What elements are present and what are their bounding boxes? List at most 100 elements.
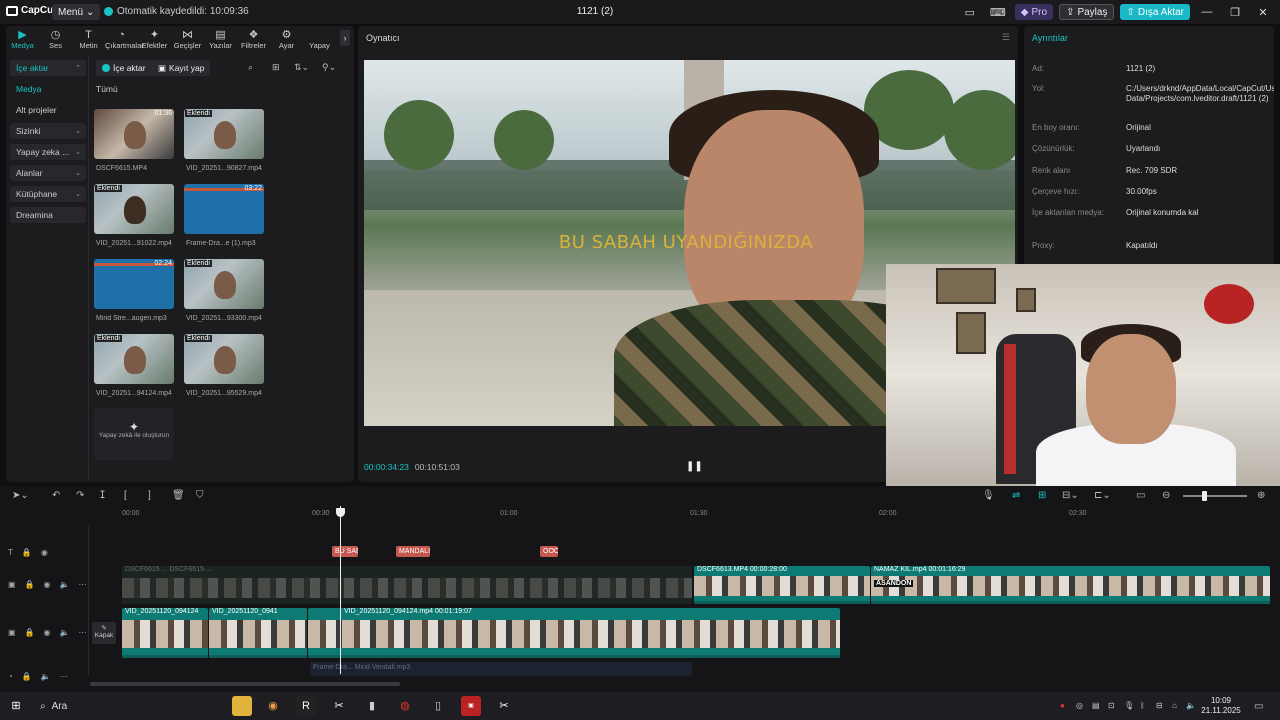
tab-transitions[interactable]: ⋈ Geçişler — [171, 26, 204, 52]
sidenav-item-dreamina[interactable]: Dreamina — [10, 207, 86, 223]
tray-icon[interactable]: ◎ — [1076, 701, 1083, 710]
record-tray-icon[interactable]: ● — [1060, 701, 1065, 710]
share-button[interactable]: ⇪ Paylaş — [1059, 4, 1115, 20]
capcut-taskbar-icon[interactable]: ✂ — [494, 696, 514, 716]
sidenav-item-import[interactable]: İçe aktar ⌃ — [10, 60, 86, 76]
snap-icon[interactable]: ⊏⌄ — [1094, 490, 1111, 501]
windows-start-icon[interactable]: ⊞ — [6, 696, 26, 716]
cursor-icon[interactable]: ➤⌄ — [12, 490, 29, 501]
ai-create-button[interactable]: ✦ Yapay zekâ ile oluşturun — [94, 408, 174, 460]
timeline-ruler[interactable]: 00:00 00:30 01:00 01:30 02:00 02:30 — [0, 508, 1280, 522]
bluetooth-icon[interactable]: ᛒ — [1140, 701, 1145, 710]
playhead[interactable] — [340, 506, 341, 674]
export-button[interactable]: ⇧ Dışa Aktar — [1120, 4, 1190, 20]
network-icon[interactable]: ⌂ — [1172, 701, 1177, 710]
tab-stickers[interactable]: ◔ Çıkartmalar — [105, 26, 144, 52]
text-clip[interactable]: MANDALI — [396, 546, 430, 557]
lock-icon[interactable]: 🔒 — [22, 672, 32, 681]
record-button[interactable]: ▣ Kayıt yap — [152, 60, 211, 76]
tab-adjust[interactable]: ⚙ Ayar — [270, 26, 303, 52]
media-thumb[interactable]: Eklendi — [184, 334, 264, 384]
split-icon[interactable]: ⵊ — [100, 490, 105, 501]
media-thumb[interactable]: Eklendi — [94, 184, 174, 234]
undo-icon[interactable]: ↶ — [52, 490, 60, 501]
zoom-out-icon[interactable]: ⊖ — [1162, 490, 1170, 501]
maximize-icon[interactable]: ❐ — [1224, 6, 1246, 19]
more-icon[interactable]: ⋯ — [78, 580, 86, 589]
layout-icon[interactable]: ▭ — [959, 6, 981, 19]
shortcut-icon[interactable]: ⌨ — [987, 6, 1009, 19]
tab-audio[interactable]: ◷ Ses — [39, 26, 72, 52]
obs-icon[interactable]: ◍ — [395, 696, 415, 716]
lock-icon[interactable]: 🔒 — [22, 548, 32, 557]
eye-icon[interactable]: ◉ — [41, 548, 48, 557]
sidenav-item-spaces[interactable]: Alanlar ⌄ — [10, 165, 86, 181]
microphone-icon[interactable]: 🎙 — [1124, 701, 1134, 710]
pro-button[interactable]: ◆ Pro — [1014, 4, 1054, 20]
tab-text[interactable]: T Metin — [72, 26, 105, 52]
link-icon[interactable]: ⇌ — [1012, 490, 1020, 501]
app-r-icon[interactable]: R — [296, 696, 316, 716]
file-explorer-icon[interactable] — [232, 696, 252, 716]
media-thumb-audio[interactable]: 03:22 — [184, 184, 264, 234]
eye-icon[interactable]: ◉ — [44, 580, 51, 589]
main-clip[interactable]: VID_20251120_0941 — [209, 608, 307, 658]
notification-icon[interactable]: ▭ — [1254, 701, 1263, 712]
tab-ai[interactable]: Yapay — [303, 26, 336, 52]
overlay-clip[interactable]: DSCF6613.MP4 00:00:28:00 — [694, 566, 870, 604]
chrome-icon[interactable]: ◉ — [263, 696, 283, 716]
cover-button[interactable]: ✎ Kapak — [92, 622, 116, 644]
microphone-icon[interactable]: 🎙 — [982, 490, 995, 501]
tray-icon[interactable]: ⊡ — [1108, 701, 1115, 710]
media-thumb[interactable]: 01:36 — [94, 109, 174, 159]
capcut-taskbar-icon[interactable]: ✂ — [329, 696, 349, 716]
zoom-in-icon[interactable]: ⊕ — [1257, 490, 1265, 501]
media-thumb-audio[interactable]: 02:24 — [94, 259, 174, 309]
media-thumb[interactable]: Eklendi — [184, 109, 264, 159]
main-clip[interactable]: VID_20251120_094124.mp4 00:01:19:07 — [308, 608, 840, 658]
media-thumb[interactable]: Eklendi — [184, 259, 264, 309]
tab-media[interactable]: ▶ Medya — [6, 26, 39, 52]
more-icon[interactable]: ⋯ — [78, 628, 86, 637]
sort-icon[interactable]: ⇅⌄ — [294, 62, 309, 73]
app-icon[interactable]: ▮ — [362, 696, 382, 716]
trim-right-icon[interactable]: ] — [148, 490, 151, 501]
pause-icon[interactable]: ❚❚ — [686, 461, 703, 472]
sidenav-item-subprojects[interactable]: Alt projeler — [10, 102, 86, 118]
sidenav-item-media[interactable]: Medya — [10, 81, 86, 97]
import-button[interactable]: İçe aktar — [96, 60, 152, 76]
tray-icon[interactable]: ▤ — [1092, 701, 1100, 710]
media-thumb[interactable]: Eklendi — [94, 334, 174, 384]
sidenav-item-ai[interactable]: Yapay zeka ... ⌄ — [10, 144, 86, 160]
captions-toggle-icon[interactable]: ▭ — [1136, 490, 1145, 501]
speaker-icon[interactable]: 🔈 — [60, 628, 70, 637]
playhead-handle[interactable] — [336, 508, 345, 517]
timeline-scrollbar[interactable] — [90, 682, 400, 686]
sidenav-item-yours[interactable]: Sizinki ⌄ — [10, 123, 86, 139]
tab-filters[interactable]: ❖ Filtreler — [237, 26, 270, 52]
lock-icon[interactable]: 🔒 — [25, 628, 35, 637]
tab-effects[interactable]: ✦ Efektler — [138, 26, 171, 52]
grid-view-icon[interactable]: ⊞ — [272, 62, 280, 73]
volume-icon[interactable]: 🔈 — [1186, 701, 1196, 710]
minimize-icon[interactable]: — — [1196, 6, 1218, 18]
zoom-slider[interactable] — [1183, 495, 1247, 497]
eye-icon[interactable]: ◉ — [44, 628, 51, 637]
main-clip[interactable]: VID_20251120_094124 — [122, 608, 208, 658]
speaker-icon[interactable]: 🔈 — [60, 580, 70, 589]
filter-icon[interactable]: ⚲⌄ — [322, 62, 336, 73]
close-icon[interactable]: ✕ — [1252, 6, 1274, 19]
search-icon[interactable]: ⌕ — [248, 62, 253, 73]
app-icon[interactable]: ▯ — [428, 696, 448, 716]
shield-icon[interactable]: ⛉ — [196, 490, 204, 501]
tray-icon[interactable]: ⊟ — [1156, 701, 1163, 710]
taskbar-clock[interactable]: 10:09 21.11.2025 — [1200, 696, 1242, 716]
taskbar-search[interactable]: ⌕ Ara — [34, 696, 224, 716]
lock-icon[interactable]: 🔒 — [25, 580, 35, 589]
trim-left-icon[interactable]: [ — [124, 490, 127, 501]
chevron-right-icon[interactable]: › — [340, 30, 350, 46]
text-clip[interactable]: OOC — [540, 546, 558, 557]
tab-captions[interactable]: ▤ Yazılar — [204, 26, 237, 52]
app-icon[interactable]: ▣ — [461, 696, 481, 716]
zoom-slider-knob[interactable] — [1202, 491, 1207, 501]
